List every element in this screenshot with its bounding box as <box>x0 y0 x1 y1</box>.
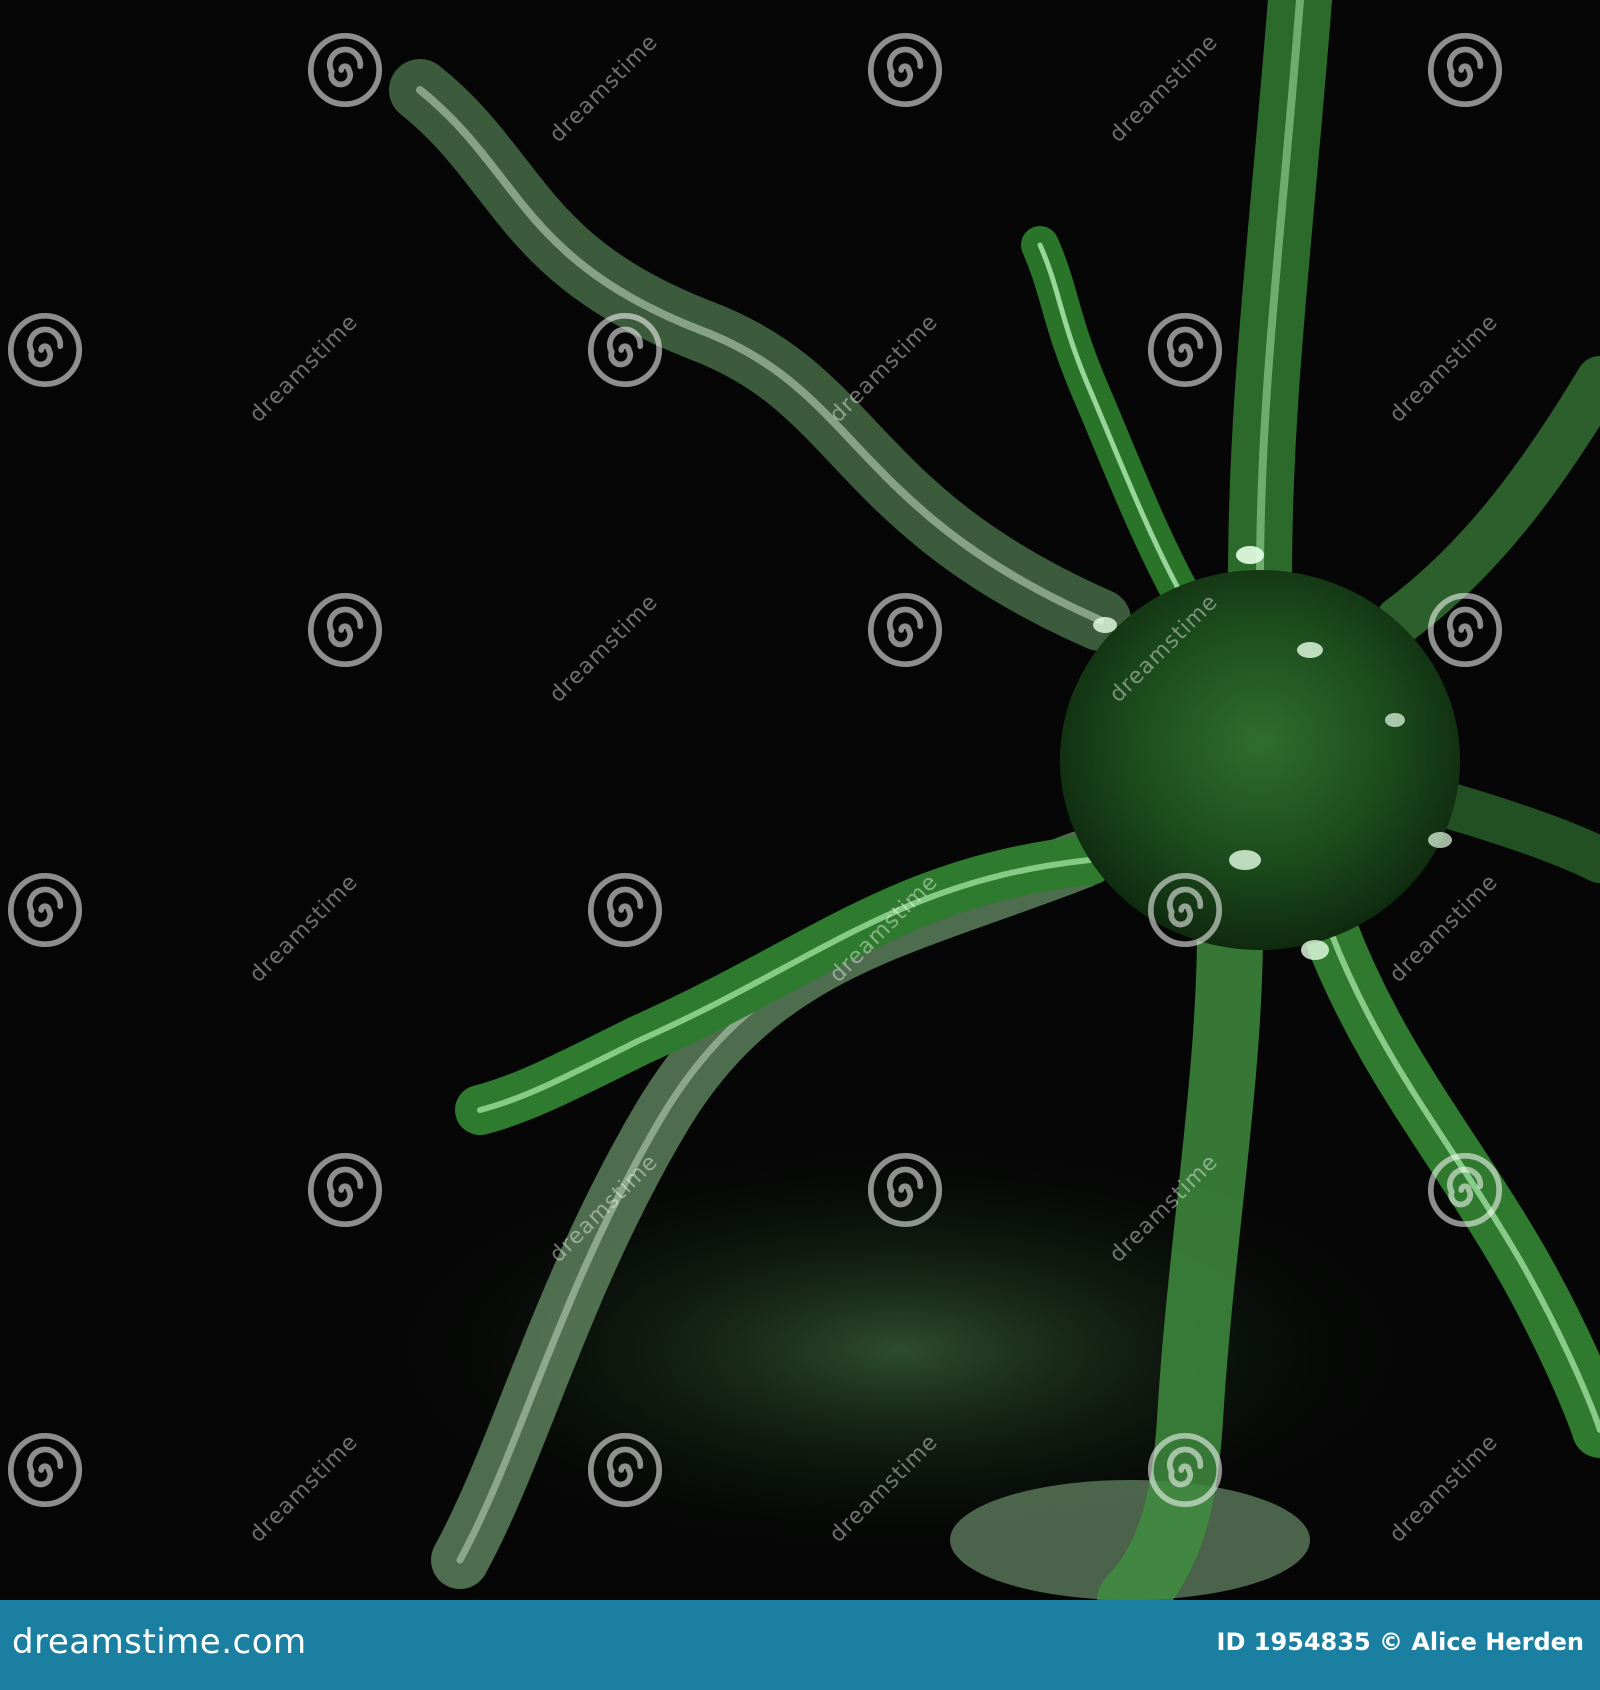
watermark-spiral-icon <box>867 1152 943 1228</box>
watermark-spiral-icon <box>587 312 663 388</box>
watermark-spiral-icon <box>7 312 83 388</box>
neuron-illustration <box>0 0 1600 1600</box>
watermark-spiral-icon <box>587 1432 663 1508</box>
dendrite-right <box>1407 777 1600 883</box>
watermark-spiral-icon <box>587 872 663 948</box>
watermark-spiral-icon <box>307 32 383 108</box>
neuron-artwork <box>380 0 1600 1600</box>
watermark-spiral-icon <box>1427 1152 1503 1228</box>
watermark-spiral-icon <box>867 32 943 108</box>
watermark-spiral-icon <box>1147 872 1223 948</box>
watermark-spiral-icon <box>307 1152 383 1228</box>
watermark-spiral-icon <box>307 592 383 668</box>
watermark-spiral-icon <box>1147 312 1223 388</box>
image-credit: ID 1954835 © Alice Herden <box>1216 1628 1584 1656</box>
watermark-spiral-icon <box>1427 592 1503 668</box>
watermark-spiral-icon <box>7 872 83 948</box>
credit-bar: dreamstime.com ID 1954835 © Alice Herden <box>0 1600 1600 1690</box>
dendrite-thin-upper <box>1021 226 1209 629</box>
watermark-spiral-icon <box>7 1432 83 1508</box>
watermark-spiral-icon <box>1427 32 1503 108</box>
watermark-spiral-icon <box>1147 1432 1223 1508</box>
site-name: dreamstime.com <box>12 1622 307 1662</box>
dendrite-upper-right <box>1376 356 1600 644</box>
cell-body <box>1060 570 1460 950</box>
watermark-spiral-icon <box>867 592 943 668</box>
